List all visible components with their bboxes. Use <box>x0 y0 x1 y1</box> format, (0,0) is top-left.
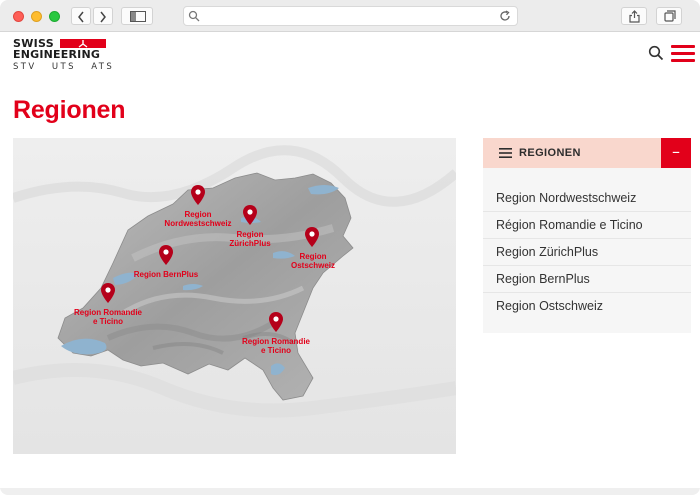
map-pin-icon[interactable] <box>159 245 173 265</box>
collapse-button[interactable]: – <box>661 138 691 168</box>
zoom-window-button[interactable] <box>49 11 60 22</box>
share-button[interactable] <box>621 7 647 25</box>
browser-window: SWISS ENGINEERING STV UTS ATS Regionen R… <box>0 0 700 495</box>
map-label-bernplus[interactable]: Region BernPlus <box>129 270 203 279</box>
footer-divider <box>0 488 700 495</box>
logo-red-bar <box>60 39 106 48</box>
map-label-romandie-ticino[interactable]: Region Romandie e Ticino <box>239 337 313 355</box>
relief-map-image <box>13 138 456 454</box>
map-pin-icon[interactable] <box>269 312 283 332</box>
share-icon <box>629 10 640 23</box>
logo-text-line2: ENGINEERING <box>13 48 101 61</box>
regions-accordion: REGIONEN – Region Nordwestschweiz Région… <box>483 138 691 333</box>
tabs-overview-button[interactable] <box>656 7 682 25</box>
hamburger-menu-icon[interactable] <box>671 44 695 64</box>
map-label-romandie-west[interactable]: Region Romandie e Ticino <box>71 308 145 326</box>
regions-accordion-header[interactable]: REGIONEN – <box>483 138 691 168</box>
switzerland-regions-map: Region Nordwestschweiz Region ZürichPlus… <box>13 138 456 454</box>
map-label-ostschweiz[interactable]: Region Ostschweiz <box>285 252 341 270</box>
back-button[interactable] <box>71 7 91 25</box>
list-item-ostschweiz[interactable]: Region Ostschweiz <box>483 293 691 320</box>
map-pin-icon[interactable] <box>101 283 115 303</box>
browser-toolbar <box>0 0 700 32</box>
map-label-zuerichplus[interactable]: Region ZürichPlus <box>221 230 279 248</box>
list-item-nordwestschweiz[interactable]: Region Nordwestschweiz <box>483 185 691 212</box>
regions-list: Region Nordwestschweiz Région Romandie e… <box>483 185 691 320</box>
list-item-romandie-ticino[interactable]: Région Romandie e Ticino <box>483 212 691 239</box>
forward-button[interactable] <box>93 7 113 25</box>
minimize-window-button[interactable] <box>31 11 42 22</box>
map-pin-icon[interactable] <box>305 227 319 247</box>
search-icon <box>188 10 200 22</box>
map-pin-icon[interactable] <box>243 205 257 225</box>
search-icon[interactable] <box>648 45 664 61</box>
map-pin-icon[interactable] <box>191 185 205 205</box>
logo-emblem-icon <box>78 40 88 48</box>
list-item-bernplus[interactable]: Region BernPlus <box>483 266 691 293</box>
accordion-title: REGIONEN <box>519 147 581 159</box>
map-label-nordwestschweiz[interactable]: Region Nordwestschweiz <box>161 210 235 228</box>
swiss-engineering-logo[interactable]: SWISS ENGINEERING STV UTS ATS <box>13 38 112 74</box>
close-window-button[interactable] <box>13 11 24 22</box>
address-bar[interactable] <box>183 6 518 26</box>
reload-icon[interactable] <box>499 10 511 22</box>
tabs-icon <box>664 10 676 22</box>
page-title: Regionen <box>13 96 126 124</box>
list-item-zuerichplus[interactable]: Region ZürichPlus <box>483 239 691 266</box>
list-menu-icon <box>499 148 512 158</box>
chevron-left-icon <box>78 11 84 23</box>
logo-text-line3: STV UTS ATS <box>13 62 115 72</box>
sidebar-toggle-button[interactable] <box>121 7 153 25</box>
chevron-right-icon <box>100 11 106 23</box>
sidebar-icon <box>130 11 146 22</box>
